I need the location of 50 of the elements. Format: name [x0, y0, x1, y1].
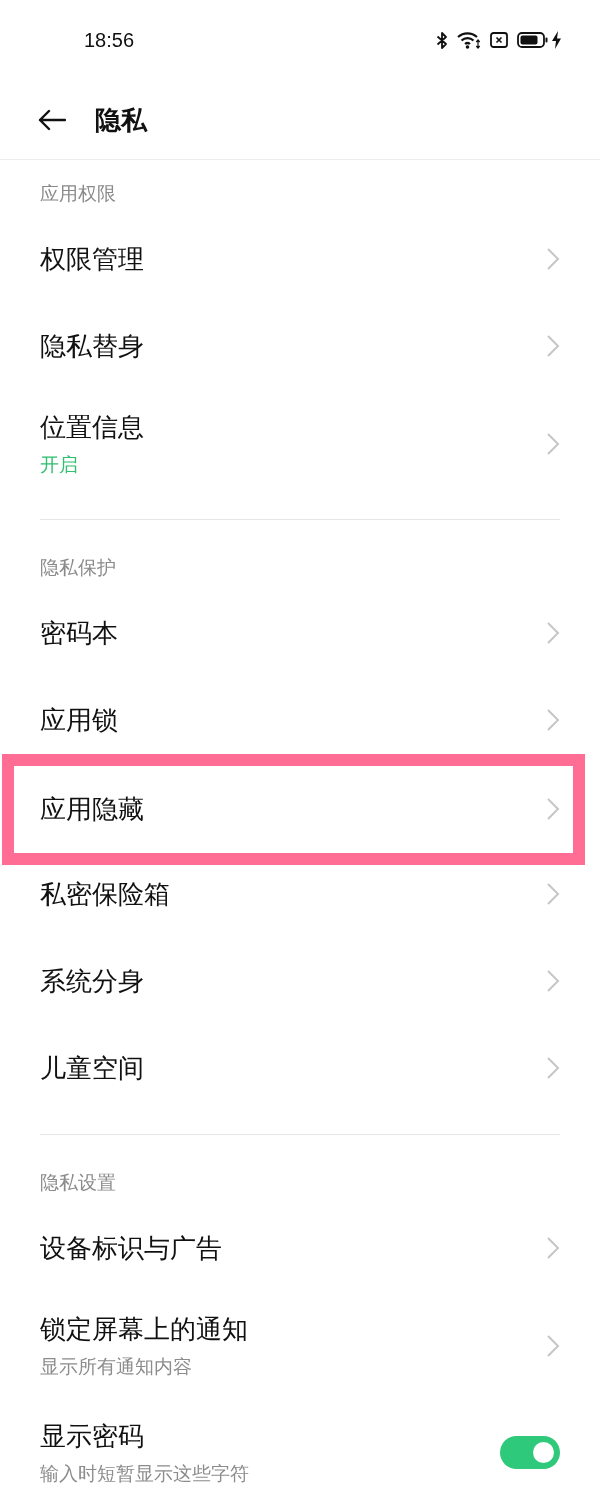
item-description: 输入时短暂显示这些字符: [40, 1461, 249, 1486]
chevron-icon: [546, 797, 560, 821]
item-title: 显示密码: [40, 1420, 144, 1453]
settings-item[interactable]: 显示密码 输入时短暂显示这些字符: [0, 1399, 600, 1495]
item-title: 应用隐藏: [40, 793, 144, 826]
battery-icon: [517, 32, 548, 48]
chevron-icon: [546, 247, 560, 271]
item-description: 显示所有通知内容: [40, 1354, 192, 1379]
section-header: 应用权限: [40, 181, 116, 206]
toggle-switch[interactable]: [500, 1436, 560, 1469]
item-title: 锁定屏幕上的通知: [40, 1313, 248, 1346]
item-title: 儿童空间: [40, 1052, 144, 1085]
chevron-icon: [546, 969, 560, 993]
back-arrow-icon: [38, 108, 66, 131]
chevron-icon: [546, 431, 560, 456]
chevron-icon: [546, 882, 560, 906]
settings-item[interactable]: 系统分身: [0, 938, 600, 1025]
chevron-icon: [546, 1236, 560, 1260]
item-status: 开启: [40, 452, 78, 477]
settings-item[interactable]: 私密保险箱: [0, 851, 600, 938]
settings-item[interactable]: 锁定屏幕上的通知 显示所有通知内容: [0, 1292, 600, 1399]
item-title: 隐私替身: [40, 330, 144, 363]
settings-item[interactable]: 隐私替身: [0, 303, 600, 390]
chevron-icon: [546, 1333, 560, 1358]
section-header: 隐私保护: [40, 555, 116, 580]
settings-item[interactable]: 应用隐藏: [14, 766, 573, 853]
chevron-icon: [546, 621, 560, 645]
bluetooth-icon: [436, 30, 448, 50]
chevron-icon: [546, 708, 560, 732]
settings-item[interactable]: 位置信息 开启: [0, 390, 600, 497]
settings-item[interactable]: 权限管理: [0, 216, 600, 303]
item-title: 设备标识与广告: [40, 1232, 222, 1265]
item-title: 位置信息: [40, 411, 144, 444]
wifi-icon: [457, 31, 481, 49]
settings-item[interactable]: 儿童空间: [0, 1025, 600, 1112]
item-title: 系统分身: [40, 965, 144, 998]
section-header: 隐私设置: [40, 1170, 116, 1195]
settings-item[interactable]: 应用锁: [0, 677, 600, 764]
chevron-icon: [546, 334, 560, 358]
settings-item[interactable]: 密码本: [0, 590, 600, 677]
item-title: 私密保险箱: [40, 878, 170, 911]
chevron-icon: [546, 1056, 560, 1080]
item-title: 密码本: [40, 617, 118, 650]
item-title: 应用锁: [40, 704, 118, 737]
page-title: 隐私: [95, 103, 147, 137]
settings-item[interactable]: 设备标识与广告: [0, 1205, 600, 1292]
crossed-box-icon: [490, 32, 508, 48]
status-time: 18:56: [84, 28, 135, 52]
item-title: 权限管理: [40, 243, 144, 276]
lightning-icon: [551, 31, 562, 49]
